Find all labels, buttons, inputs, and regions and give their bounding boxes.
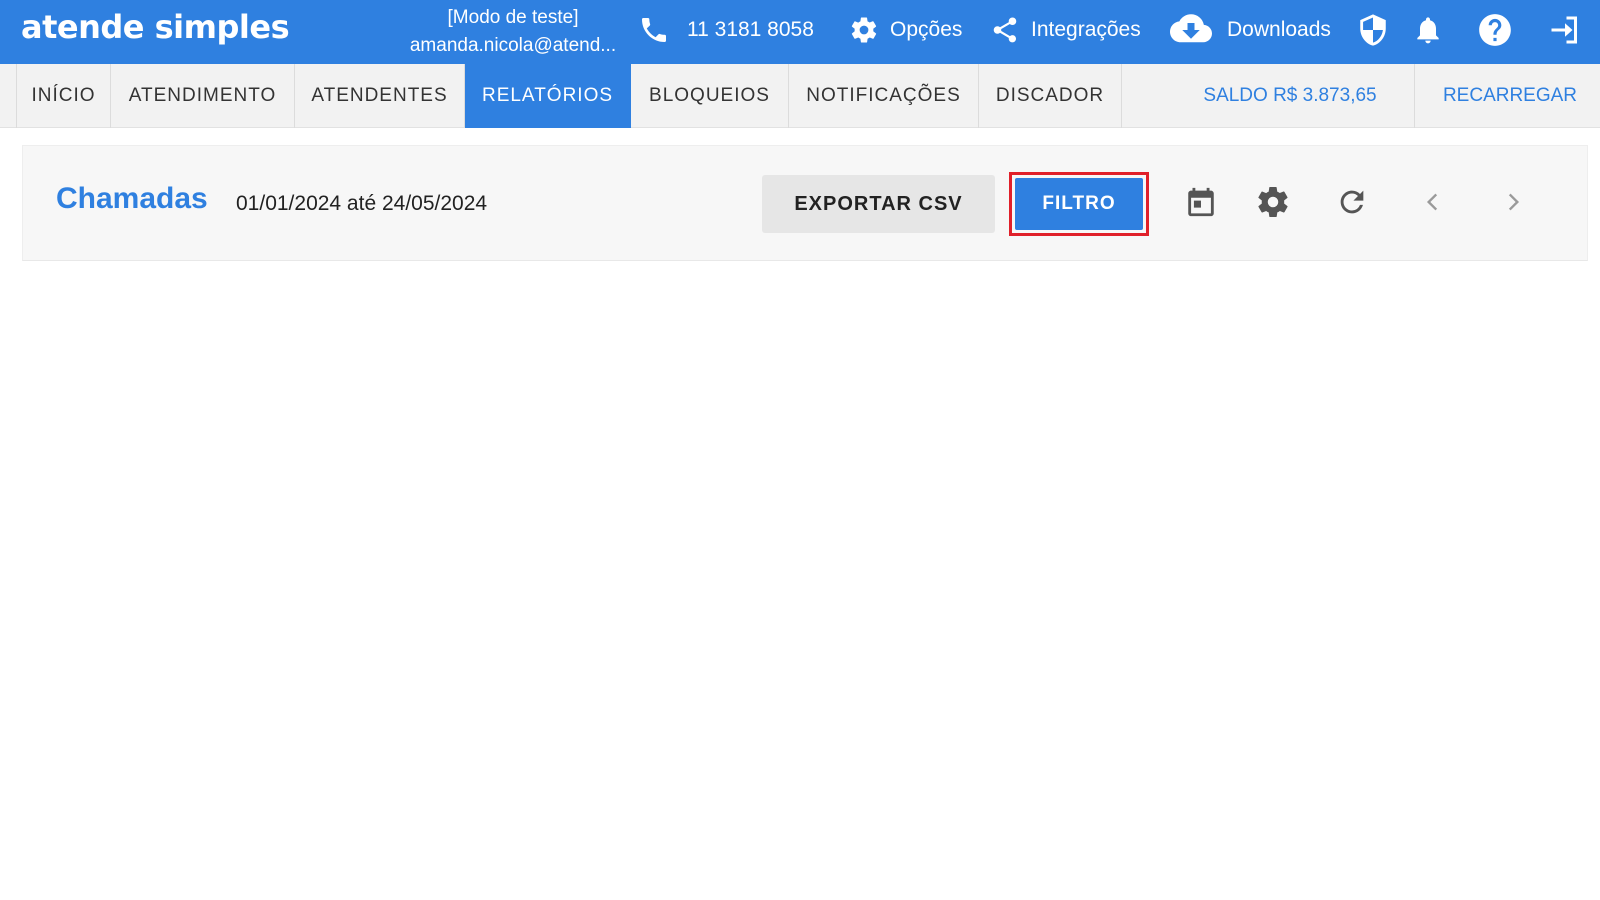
downloads-label: Downloads — [1227, 18, 1331, 41]
date-range[interactable]: 01/01/2024 até 24/05/2024 — [236, 192, 487, 216]
tab-inicio[interactable]: INÍCIO — [16, 64, 111, 128]
bell-icon — [1417, 17, 1439, 44]
filter-button[interactable]: FILTRO — [1015, 178, 1143, 230]
tab-bloqueios[interactable]: BLOQUEIOS — [631, 64, 789, 128]
recharge-link[interactable]: RECARREGAR — [1432, 64, 1588, 128]
phone-icon — [642, 18, 666, 42]
downloads-button[interactable]: Downloads — [1170, 0, 1331, 60]
options-button[interactable]: Opções — [849, 0, 962, 60]
settings-icon — [1258, 187, 1288, 218]
export-csv-button[interactable]: EXPORTAR CSV — [762, 175, 995, 233]
help-button[interactable] — [1476, 0, 1514, 60]
logout-button[interactable] — [1547, 0, 1583, 60]
integrations-label: Integrações — [1031, 18, 1141, 41]
tab-discador[interactable]: DISCADOR — [979, 64, 1122, 128]
page-title: Chamadas — [56, 182, 208, 215]
settings-button[interactable] — [1253, 182, 1293, 222]
phone-number: 11 3181 8058 — [687, 18, 814, 41]
filter-highlight: FILTRO — [1009, 172, 1149, 236]
next-page-button[interactable] — [1493, 182, 1533, 222]
shield-icon — [1360, 14, 1386, 46]
tab-atendentes[interactable]: ATENDENTES — [295, 64, 465, 128]
test-mode-label: [Modo de teste] — [447, 7, 579, 28]
tab-relatorios[interactable]: RELATÓRIOS — [465, 64, 631, 128]
notifications-button[interactable] — [1412, 0, 1444, 60]
top-bar: atende simples [Modo de teste] amanda.ni… — [0, 0, 1600, 64]
share-icon — [993, 17, 1017, 43]
nav-divider — [1414, 64, 1415, 128]
integrations-button[interactable]: Integrações — [990, 0, 1141, 60]
app-logo[interactable]: atende simples — [21, 8, 290, 46]
balance-display[interactable]: SALDO R$ 3.873,65 — [1180, 64, 1400, 128]
phone-number-button[interactable]: 11 3181 8058 — [638, 0, 814, 60]
account-info[interactable]: [Modo de teste] amanda.nicola@atend... — [400, 4, 626, 60]
report-toolbar: Chamadas 01/01/2024 até 24/05/2024 EXPOR… — [22, 145, 1588, 261]
refresh-button[interactable] — [1332, 182, 1372, 222]
main-nav: INÍCIO ATENDIMENTO ATENDENTES RELATÓRIOS… — [0, 64, 1600, 128]
help-icon — [1479, 14, 1511, 46]
gear-icon — [851, 17, 877, 43]
cloud-download-icon — [1170, 14, 1212, 43]
options-label: Opções — [890, 18, 963, 41]
calendar-button[interactable] — [1181, 182, 1221, 222]
security-button[interactable] — [1356, 0, 1390, 60]
chevron-left-icon — [1426, 193, 1438, 211]
tab-notificacoes[interactable]: NOTIFICAÇÕES — [789, 64, 979, 128]
tab-atendimento[interactable]: ATENDIMENTO — [111, 64, 295, 128]
refresh-icon — [1340, 190, 1364, 214]
logout-icon — [1551, 16, 1577, 44]
user-email: amanda.nicola@atend... — [409, 35, 617, 56]
chevron-right-icon — [1508, 193, 1520, 211]
previous-page-button[interactable] — [1413, 182, 1453, 222]
calendar-icon — [1188, 187, 1214, 217]
